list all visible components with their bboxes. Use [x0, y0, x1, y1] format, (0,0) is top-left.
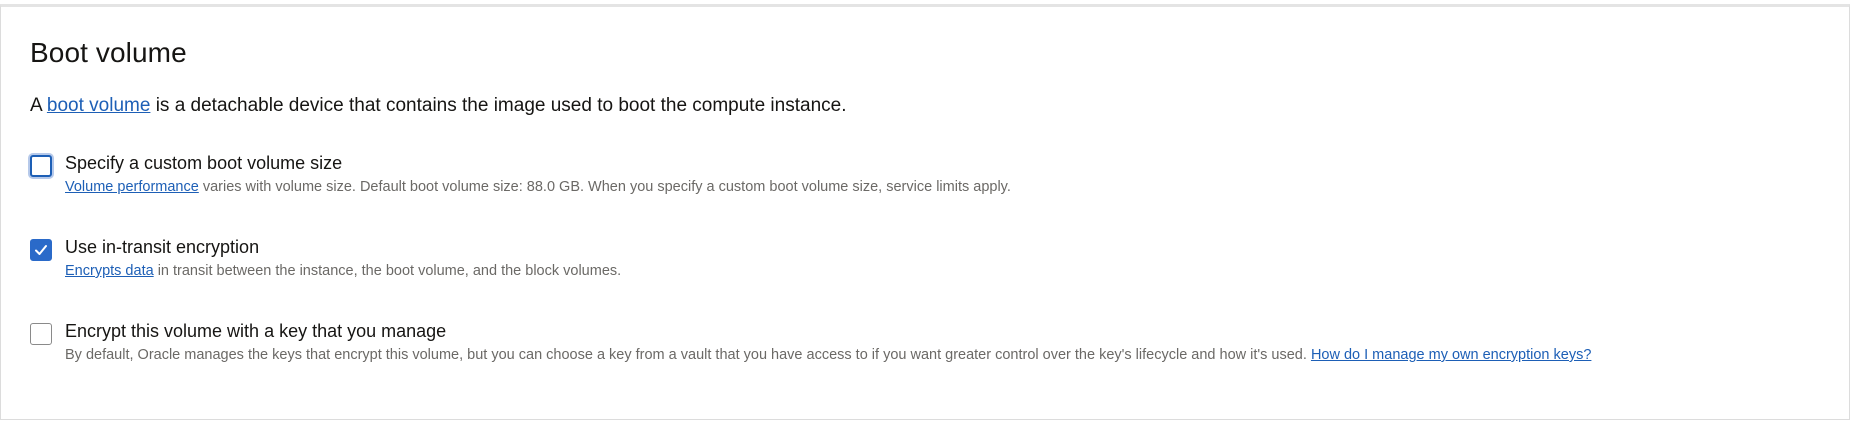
intro-prefix: A: [30, 95, 47, 116]
boot-volume-panel: Boot volume A boot volume is a detachabl…: [0, 4, 1850, 420]
custom-boot-volume-size-help-text: varies with volume size. Default boot vo…: [198, 179, 1011, 195]
section-intro: A boot volume is a detachable device tha…: [30, 95, 846, 117]
customer-managed-key-help-text: By default, Oracle manages the keys that…: [65, 347, 1311, 363]
section-title: Boot volume: [30, 37, 187, 68]
customer-managed-key-help: By default, Oracle manages the keys that…: [65, 347, 1591, 363]
custom-boot-volume-size-label[interactable]: Specify a custom boot volume size: [65, 153, 342, 174]
in-transit-encryption-help-text: in transit between the instance, the boo…: [153, 263, 622, 279]
customer-managed-key-label[interactable]: Encrypt this volume with a key that you …: [65, 321, 446, 342]
intro-suffix: is a detachable device that contains the…: [150, 95, 847, 116]
in-transit-encryption-help: Encrypts data in transit between the ins…: [65, 263, 621, 279]
custom-boot-volume-size-checkbox[interactable]: [30, 155, 52, 177]
manage-encryption-keys-link[interactable]: How do I manage my own encryption keys?: [1311, 347, 1591, 363]
in-transit-encryption-checkbox[interactable]: [30, 239, 52, 261]
encrypts-data-link[interactable]: Encrypts data: [65, 263, 154, 279]
in-transit-encryption-label[interactable]: Use in-transit encryption: [65, 237, 259, 258]
volume-performance-link[interactable]: Volume performance: [65, 179, 199, 195]
checkmark-icon: [35, 245, 47, 255]
boot-volume-link[interactable]: boot volume: [47, 95, 151, 116]
custom-boot-volume-size-help: Volume performance varies with volume si…: [65, 179, 1011, 195]
customer-managed-key-checkbox[interactable]: [30, 323, 52, 345]
